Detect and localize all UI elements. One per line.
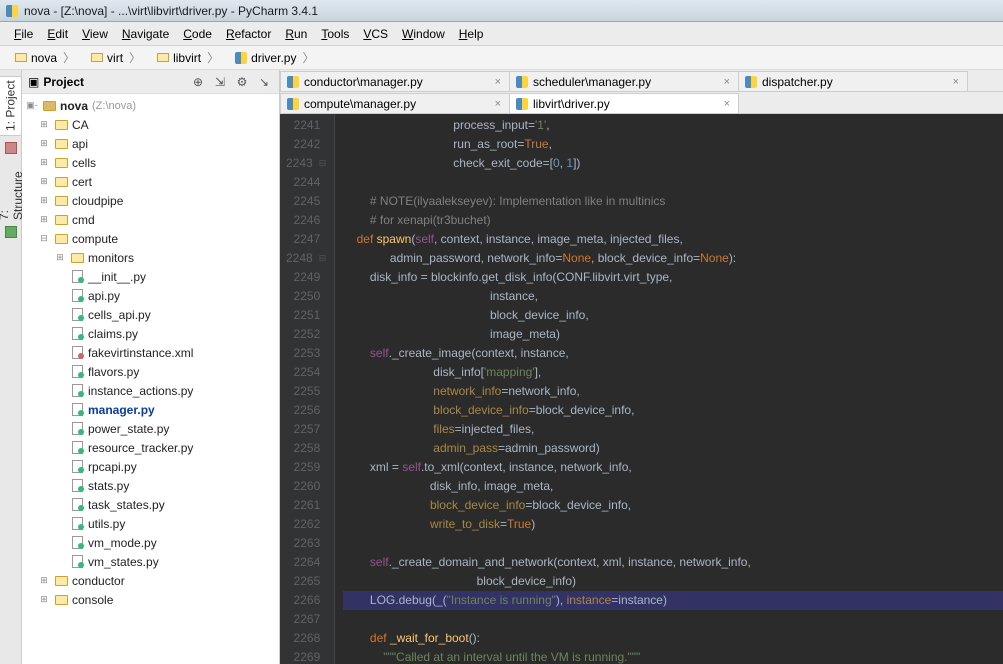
sidebar-tab-structure[interactable]: 7: Structure — [0, 160, 22, 220]
menu-refactor[interactable]: Refactor — [220, 25, 277, 43]
tree-item[interactable]: ⊞cert — [26, 172, 279, 191]
editor-tab-row-2: compute\manager.py×libvirt\driver.py× — [280, 92, 1003, 114]
project-tree[interactable]: ▣-nova(Z:\nova)⊞CA⊞api⊞cells⊞cert⊞cloudp… — [22, 94, 279, 664]
tree-item[interactable]: ⊟compute — [26, 229, 279, 248]
tree-item[interactable]: resource_tracker.py — [26, 438, 279, 457]
menu-file[interactable]: File — [8, 25, 39, 43]
tree-item[interactable]: utils.py — [26, 514, 279, 533]
python-icon — [516, 76, 528, 88]
tree-item[interactable]: cells_api.py — [26, 305, 279, 324]
tree-item[interactable]: fakevirtinstance.xml — [26, 343, 279, 362]
menu-window[interactable]: Window — [396, 25, 451, 43]
python-icon — [287, 76, 299, 88]
hide-icon[interactable]: ↘ — [255, 73, 273, 91]
editor-tab[interactable]: compute\manager.py× — [280, 93, 510, 113]
menu-view[interactable]: View — [76, 25, 114, 43]
python-icon — [287, 98, 299, 110]
tree-item[interactable]: vm_states.py — [26, 552, 279, 571]
tree-item[interactable]: ⊞monitors — [26, 248, 279, 267]
tree-item[interactable]: ⊞cloudpipe — [26, 191, 279, 210]
tree-item[interactable]: rpcapi.py — [26, 457, 279, 476]
tree-item[interactable]: ⊞cmd — [26, 210, 279, 229]
tree-item[interactable]: ⊞conductor — [26, 571, 279, 590]
tool-icon[interactable] — [5, 226, 17, 238]
menu-navigate[interactable]: Navigate — [116, 25, 175, 43]
editor-tab[interactable]: scheduler\manager.py× — [509, 71, 739, 91]
python-icon — [516, 98, 528, 110]
tree-item[interactable]: manager.py — [26, 400, 279, 419]
close-icon[interactable]: × — [495, 76, 501, 88]
tree-item[interactable]: instance_actions.py — [26, 381, 279, 400]
close-icon[interactable]: × — [495, 98, 501, 110]
menu-tools[interactable]: Tools — [315, 25, 355, 43]
python-icon — [745, 76, 757, 88]
tree-item[interactable]: ⊞CA — [26, 115, 279, 134]
tree-item[interactable]: ⊞cells — [26, 153, 279, 172]
editor-lines[interactable]: process_input='1', run_as_root=True, che… — [335, 114, 1003, 664]
code-editor[interactable]: 2241 2242 2243⊟2244 2245 2246 2247 2248⊟… — [280, 114, 1003, 664]
breadcrumb-item[interactable]: virt〉 — [84, 48, 150, 68]
window-title: nova - [Z:\nova] - ...\virt\libvirt\driv… — [24, 4, 318, 18]
panel-title: Project — [43, 75, 185, 89]
tree-item[interactable]: claims.py — [26, 324, 279, 343]
tree-item[interactable]: __init__.py — [26, 267, 279, 286]
editor-area: conductor\manager.py×scheduler\manager.p… — [280, 70, 1003, 664]
editor-tab[interactable]: libvirt\driver.py× — [509, 93, 739, 113]
editor-gutter[interactable]: 2241 2242 2243⊟2244 2245 2246 2247 2248⊟… — [280, 114, 335, 664]
tree-root[interactable]: ▣-nova(Z:\nova) — [26, 96, 279, 115]
close-icon[interactable]: × — [724, 76, 730, 88]
tool-icon[interactable] — [5, 142, 17, 154]
collapse-icon[interactable]: ⇲ — [211, 73, 229, 91]
editor-tab[interactable]: dispatcher.py× — [738, 71, 968, 91]
menu-bar: FileEditViewNavigateCodeRefactorRunTools… — [0, 22, 1003, 46]
editor-tab-row-1: conductor\manager.py×scheduler\manager.p… — [280, 70, 1003, 92]
close-icon[interactable]: × — [953, 76, 959, 88]
tree-item[interactable]: power_state.py — [26, 419, 279, 438]
tool-window-strip: 1: Project 7: Structure — [0, 70, 22, 664]
project-panel-header: ▣ Project ⊕ ⇲ ⚙ ↘ — [22, 70, 279, 94]
tree-item[interactable]: task_states.py — [26, 495, 279, 514]
tree-item[interactable]: ⊞console — [26, 590, 279, 609]
breadcrumb-bar: nova〉 virt〉 libvirt〉 driver.py〉 — [0, 46, 1003, 70]
tree-item[interactable]: api.py — [26, 286, 279, 305]
breadcrumb-item[interactable]: libvirt〉 — [150, 48, 228, 68]
close-icon[interactable]: × — [724, 98, 730, 110]
tree-item[interactable]: stats.py — [26, 476, 279, 495]
tree-item[interactable]: ⊞api — [26, 134, 279, 153]
menu-edit[interactable]: Edit — [41, 25, 74, 43]
sidebar-tab-project[interactable]: 1: Project — [0, 76, 22, 136]
menu-help[interactable]: Help — [453, 25, 490, 43]
app-icon — [4, 3, 20, 19]
editor-tab[interactable]: conductor\manager.py× — [280, 71, 510, 91]
folder-icon: ▣ — [28, 75, 39, 89]
breadcrumb-item[interactable]: nova〉 — [8, 48, 84, 68]
menu-code[interactable]: Code — [177, 25, 218, 43]
menu-vcs[interactable]: VCS — [357, 25, 394, 43]
project-panel: ▣ Project ⊕ ⇲ ⚙ ↘ ▣-nova(Z:\nova)⊞CA⊞api… — [22, 70, 280, 664]
tree-item[interactable]: vm_mode.py — [26, 533, 279, 552]
gear-icon[interactable]: ⚙ — [233, 73, 251, 91]
breadcrumb-item[interactable]: driver.py〉 — [228, 48, 323, 68]
tree-item[interactable]: flavors.py — [26, 362, 279, 381]
menu-run[interactable]: Run — [279, 25, 313, 43]
locate-icon[interactable]: ⊕ — [189, 73, 207, 91]
window-titlebar: nova - [Z:\nova] - ...\virt\libvirt\driv… — [0, 0, 1003, 22]
